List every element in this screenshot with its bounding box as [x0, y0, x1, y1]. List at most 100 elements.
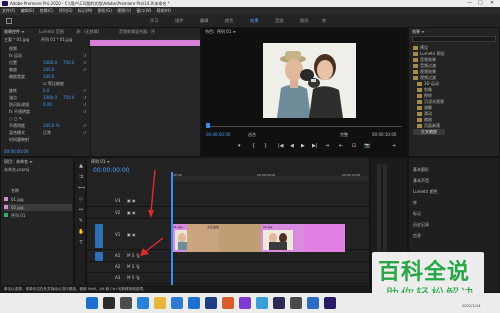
bin-item[interactable]: 01.jpg — [4, 196, 72, 203]
mark-in-icon[interactable]: { — [252, 143, 255, 149]
quality-dropdown[interactable]: 完整 — [340, 132, 348, 138]
type-tool-icon[interactable]: T — [78, 240, 84, 246]
ec-row[interactable]: 位置 1000.0 750.0 ↺ — [1, 59, 89, 66]
go-to-out-icon[interactable]: ⇥ — [325, 143, 329, 149]
tab-sequence[interactable]: 序列 01 ≡ — [91, 159, 110, 165]
ec-row[interactable]: 时间重映射 — [1, 136, 89, 143]
track-select-tool-icon[interactable]: ⇉ — [78, 174, 84, 180]
step-back-icon[interactable]: ◀ — [290, 143, 294, 149]
export-frame-icon[interactable]: 📷 — [364, 143, 370, 149]
menu-view[interactable]: 视图(V) — [117, 8, 131, 13]
extract-icon[interactable]: ⊡ — [352, 143, 356, 149]
panel-history[interactable]: 历史记录 — [413, 219, 438, 230]
tab-project[interactable]: 项目：未命名 ≡ — [4, 159, 33, 165]
ec-row[interactable]: 锚点 1000.0 750.0 ↺ — [1, 94, 89, 101]
program-ruler[interactable] — [206, 126, 402, 127]
ec-row[interactable]: 防闪烁滤镜 0.00 ↺ — [1, 101, 89, 108]
step-forward-icon[interactable]: ▶| — [312, 143, 318, 149]
menu-edit[interactable]: 编辑(E) — [21, 8, 35, 13]
ec-row[interactable]: ○ □ ✎ — [1, 115, 89, 122]
add-marker-icon[interactable]: ▾ — [238, 143, 241, 149]
panel-lumetri-color[interactable]: Lumetri 颜色 — [413, 186, 438, 197]
v1-source-patch[interactable] — [95, 224, 103, 248]
file-explorer-icon[interactable] — [154, 297, 166, 309]
tab-effect-controls[interactable]: 效果控件 ≡ — [4, 29, 25, 35]
workspace-tab-effects[interactable]: 效果 — [250, 18, 258, 24]
timeline-playhead[interactable] — [171, 172, 173, 290]
mark-out-icon[interactable]: } — [264, 143, 267, 149]
fit-dropdown[interactable]: 适合 — [248, 132, 256, 138]
premiere-app-icon[interactable] — [239, 297, 251, 309]
timeline-timecode[interactable]: 00:00:00:00 — [93, 167, 130, 174]
panel-markers[interactable]: 标记 — [413, 208, 438, 219]
tab-lumetri-scopes[interactable]: Lumetri 范围 — [39, 29, 64, 35]
maximize-button[interactable]: □ — [478, 0, 483, 7]
cross-zoom-transition[interactable]: 交叉缩放 — [187, 224, 261, 252]
button-editor-icon[interactable]: + — [392, 143, 396, 149]
program-playhead[interactable] — [206, 123, 210, 128]
browser-icon[interactable] — [171, 297, 183, 309]
bin-item[interactable]: 02.jpg — [4, 204, 72, 211]
photoshop-icon[interactable] — [205, 297, 217, 309]
play-icon[interactable]: ▶ — [301, 143, 305, 149]
selection-tool-icon[interactable]: ▲ — [78, 163, 84, 169]
lift-icon[interactable]: ⇤ — [339, 143, 343, 149]
home-icon[interactable] — [6, 18, 12, 24]
workspace-tab-color[interactable]: 颜色 — [225, 18, 233, 24]
task-view-icon[interactable] — [120, 297, 132, 309]
go-to-in-icon[interactable]: |◀ — [278, 143, 284, 149]
app-icon[interactable] — [273, 297, 285, 309]
ec-row[interactable]: 旋转 0.0 ↺ — [1, 87, 89, 94]
app-icon[interactable] — [307, 297, 319, 309]
app-icon[interactable] — [290, 297, 302, 309]
effects-search-input[interactable] — [412, 36, 496, 42]
video-clip-02-tail[interactable] — [305, 224, 345, 252]
ec-row[interactable]: fx 不透明度 ↺ — [1, 108, 89, 115]
search-icon[interactable] — [103, 297, 115, 309]
close-button[interactable]: ✕ — [490, 0, 494, 7]
tab-effects[interactable]: 效果 ≡ — [412, 29, 425, 35]
minimize-button[interactable]: — — [467, 0, 472, 7]
effect-controls-timeline[interactable] — [90, 38, 200, 156]
tab-program-monitor[interactable]: 节目：序列 01 ≡ — [205, 29, 236, 35]
bin-item[interactable]: 序列 01 — [4, 212, 72, 219]
menu-clip[interactable]: 剪辑(C) — [40, 8, 54, 13]
panel-libraries[interactable]: 库 — [413, 197, 438, 208]
a1-source-patch[interactable] — [95, 252, 103, 261]
track-a3[interactable]: A3 M S 🎙 — [87, 273, 369, 284]
menu-sequence[interactable]: 序列(S) — [59, 8, 73, 13]
menu-help[interactable]: 帮助(H) — [157, 8, 171, 13]
hand-tool-icon[interactable]: ✋ — [78, 229, 84, 235]
bin-column-name[interactable]: 名称 — [11, 188, 19, 194]
menu-window[interactable]: 窗口(W) — [136, 8, 151, 13]
effect-controls-clip-bar[interactable] — [90, 40, 200, 46]
video-clip-02[interactable]: 02.jpg — [261, 224, 305, 252]
workspace-tab-editing[interactable]: 编辑 — [200, 18, 208, 24]
slip-tool-icon[interactable]: ↔ — [78, 207, 84, 213]
premiere-pinned-icon[interactable] — [324, 297, 336, 309]
start-icon[interactable] — [86, 297, 98, 309]
app-icon[interactable] — [256, 297, 268, 309]
ec-row[interactable]: fx 运动 ↺ — [1, 52, 89, 59]
menu-graphics[interactable]: 图形(G) — [98, 8, 112, 13]
program-timecode[interactable]: 00:00:00:00 — [206, 132, 230, 137]
menu-marker[interactable]: 标记(M) — [78, 8, 93, 13]
chat-icon[interactable] — [137, 297, 149, 309]
workspace-tab-assembly[interactable]: 组件 — [175, 18, 183, 24]
panel-essential-sound[interactable]: 基本声音 — [413, 175, 438, 186]
ec-row[interactable]: 缩放宽度 100.0 — [1, 73, 89, 80]
panel-info[interactable]: 信息 — [413, 230, 438, 241]
taskbar-date[interactable]: 2022/1/14 — [462, 304, 480, 308]
store-icon[interactable] — [188, 297, 200, 309]
workspace-tab-graphics[interactable]: 图形 — [300, 18, 308, 24]
ec-row[interactable]: ☑ 等比缩放 — [1, 80, 89, 87]
ripple-edit-tool-icon[interactable]: ⟺ — [78, 185, 85, 191]
panel-essential-graphics[interactable]: 基本图形 — [413, 164, 438, 175]
effect-controls-timecode[interactable]: 00:00:00:00 — [4, 149, 28, 154]
ec-row[interactable]: 混合模式 正常 ↺ — [1, 129, 89, 136]
workspace-tab-audio[interactable]: 音频 — [275, 18, 283, 24]
razor-tool-icon[interactable]: ◇ — [78, 196, 84, 202]
tree-item-selected[interactable]: 交叉缩放 — [413, 129, 445, 135]
app-icon[interactable] — [222, 297, 234, 309]
ec-row[interactable]: 不透明度 100.0 % ↺ — [1, 122, 89, 129]
